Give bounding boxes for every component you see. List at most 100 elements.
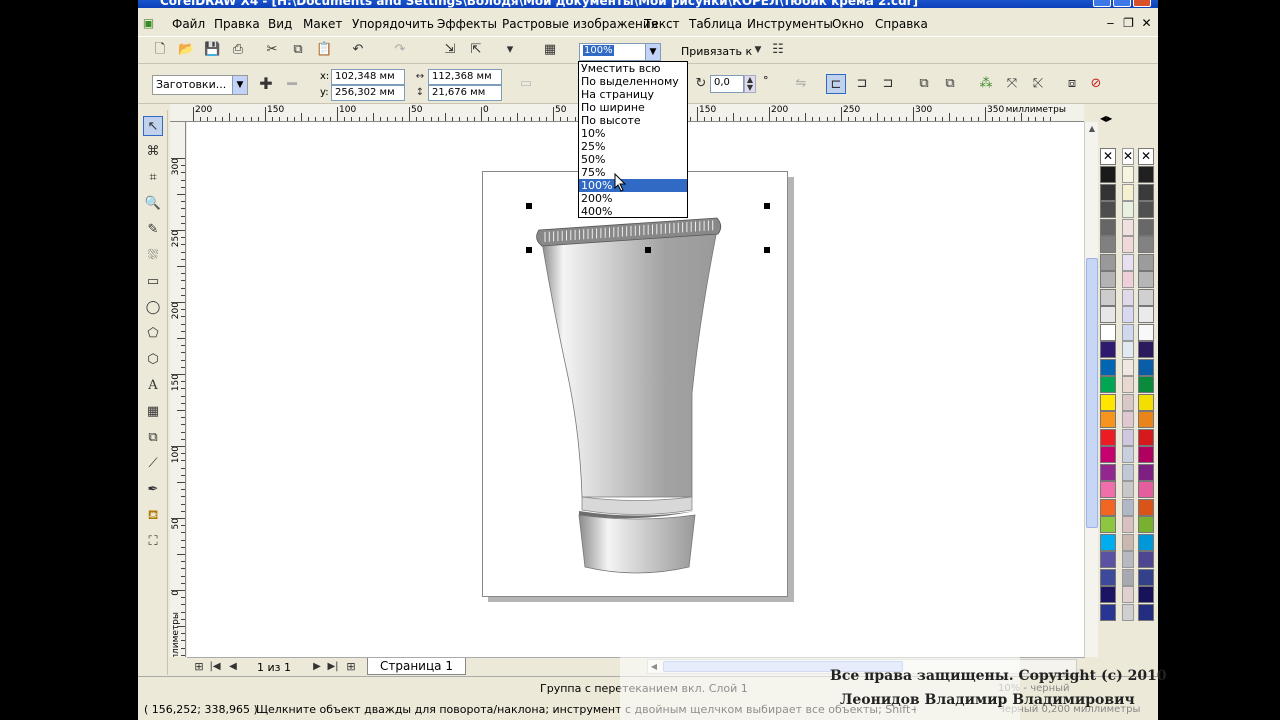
color-swatch[interactable] (1100, 201, 1116, 218)
remove-preset-icon[interactable]: ━ (284, 76, 300, 92)
align-right-icon[interactable]: ⊐ (880, 76, 896, 92)
color-swatch[interactable] (1122, 498, 1134, 516)
ungroup-all-icon[interactable]: ⤪ (1030, 76, 1046, 92)
selection-handle-bm[interactable] (645, 247, 651, 253)
color-swatch[interactable] (1100, 568, 1116, 586)
color-swatch[interactable] (1100, 533, 1116, 551)
vertical-ruler[interactable]: миллиметры 300 250 200 150 100 50 0 (170, 122, 186, 657)
chevron-down-icon[interactable]: ▼ (232, 76, 247, 94)
polygon-tool-icon[interactable]: ⬠ (143, 324, 163, 344)
menu-layout[interactable]: Макет (303, 17, 342, 31)
color-swatch[interactable] (1100, 481, 1116, 498)
color-swatch[interactable] (1138, 463, 1154, 481)
color-swatch[interactable] (1122, 411, 1134, 428)
zoom-tool-icon[interactable]: 🔍 (143, 194, 163, 214)
color-swatch[interactable] (1138, 271, 1154, 288)
color-swatch[interactable] (1138, 323, 1154, 341)
snap-dropdown-icon[interactable]: ▼ (750, 42, 766, 58)
interactive-blend-tool-icon[interactable]: ⧉ (143, 428, 163, 448)
align-center-icon[interactable]: ⊐ (854, 76, 870, 92)
color-swatch[interactable] (1122, 603, 1134, 621)
undo-icon[interactable]: ↶ (350, 42, 366, 58)
doc-close-icon[interactable]: ✕ (1139, 16, 1154, 30)
color-swatch[interactable] (1122, 516, 1134, 533)
options-icon[interactable]: ☷ (770, 42, 786, 58)
save-icon[interactable]: 💾 (204, 42, 220, 58)
color-swatch[interactable] (1138, 376, 1154, 393)
zoom-option[interactable]: 400% (579, 205, 687, 218)
color-swatch[interactable] (1100, 586, 1116, 603)
snap-to-label[interactable]: Привязать к (681, 45, 752, 58)
vertical-scroll-thumb[interactable] (1086, 258, 1098, 528)
open-icon[interactable]: 📂 (178, 42, 194, 58)
color-swatch[interactable] (1100, 446, 1116, 463)
first-page-icon[interactable]: |◀ (207, 659, 223, 675)
color-swatch[interactable] (1122, 323, 1134, 341)
color-swatch[interactable] (1100, 341, 1116, 358)
color-swatch[interactable] (1138, 218, 1154, 236)
menu-effects[interactable]: Эффекты (437, 17, 497, 31)
color-swatch[interactable] (1122, 341, 1134, 358)
rectangle-tool-icon[interactable]: ▭ (143, 272, 163, 292)
no-color-swatch-3[interactable]: ✕ (1138, 148, 1154, 165)
ungroup-icon[interactable]: ⤧ (1004, 76, 1020, 92)
rotation-angle-input[interactable]: 0,0 (710, 75, 744, 93)
ellipse-tool-icon[interactable]: ◯ (143, 298, 163, 318)
selection-handle-tl[interactable] (526, 203, 532, 209)
palette-scroll-icon[interactable]: ◀▶ (1100, 114, 1116, 126)
color-swatch[interactable] (1122, 201, 1134, 218)
color-swatch[interactable] (1100, 218, 1116, 236)
app-doc-icon[interactable]: ▣ (141, 16, 156, 30)
color-swatch[interactable] (1122, 428, 1134, 446)
zoom-option[interactable]: По ширине (579, 101, 687, 114)
menu-table[interactable]: Таблица (689, 17, 742, 31)
application-launcher-icon[interactable]: ▾ (502, 42, 518, 58)
color-swatch[interactable] (1100, 551, 1116, 568)
color-swatch[interactable] (1122, 306, 1134, 323)
menu-bitmaps[interactable]: Растровые изображения (502, 17, 658, 31)
zoom-option[interactable]: 100% (579, 179, 687, 192)
combine-icon[interactable]: ⧈ (1064, 76, 1080, 92)
menu-view[interactable]: Вид (268, 17, 292, 31)
height-input[interactable]: 21,676 мм (428, 85, 502, 101)
color-swatch[interactable] (1100, 236, 1116, 253)
cut-icon[interactable]: ✂ (264, 42, 280, 58)
color-swatch[interactable] (1100, 393, 1116, 411)
scroll-up-icon[interactable]: ▲ (1086, 124, 1098, 136)
color-swatch[interactable] (1100, 183, 1116, 201)
color-swatch[interactable] (1122, 253, 1134, 271)
color-swatch[interactable] (1122, 218, 1134, 236)
color-swatch[interactable] (1100, 376, 1116, 393)
color-swatch[interactable] (1138, 183, 1154, 201)
no-color-swatch[interactable]: ✕ (1100, 148, 1116, 165)
color-swatch[interactable] (1138, 603, 1154, 621)
color-swatch[interactable] (1138, 498, 1154, 516)
welcome-screen-icon[interactable]: ▦ (542, 42, 558, 58)
color-swatch[interactable] (1100, 323, 1116, 341)
color-swatch[interactable] (1138, 341, 1154, 358)
color-swatch[interactable] (1100, 253, 1116, 271)
minimize-window-button[interactable] (1093, 0, 1111, 7)
zoom-option[interactable]: На страницу (579, 88, 687, 101)
order-front-icon[interactable]: ⧉ (916, 76, 932, 92)
smart-fill-tool-icon[interactable]: ⛆ (143, 246, 163, 266)
preset-select[interactable]: Заготовки... ▼ (152, 75, 248, 95)
color-swatch[interactable] (1100, 166, 1116, 183)
color-swatch[interactable] (1138, 551, 1154, 568)
color-swatch[interactable] (1138, 568, 1154, 586)
color-swatch[interactable] (1100, 358, 1116, 376)
color-swatch[interactable] (1122, 551, 1134, 568)
zoom-option[interactable]: 200% (579, 192, 687, 205)
eyedropper-tool-icon[interactable]: ⟋ (143, 454, 163, 474)
color-swatch[interactable] (1122, 358, 1134, 376)
pick-tool-icon[interactable]: ↖ (143, 116, 163, 136)
freehand-tool-icon[interactable]: ✎ (143, 220, 163, 240)
color-swatch[interactable] (1138, 533, 1154, 551)
color-swatch[interactable] (1122, 533, 1134, 551)
color-swatch[interactable] (1138, 481, 1154, 498)
color-swatch[interactable] (1138, 446, 1154, 463)
color-swatch[interactable] (1100, 411, 1116, 428)
color-swatch[interactable] (1100, 498, 1116, 516)
group-icon[interactable]: ⁂ (978, 76, 994, 92)
zoom-level-select[interactable]: 100% ▼ (579, 43, 661, 61)
